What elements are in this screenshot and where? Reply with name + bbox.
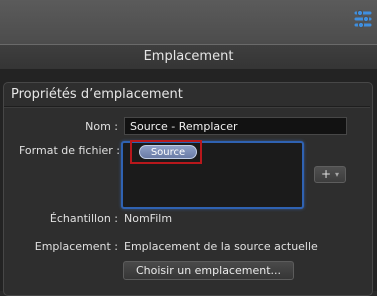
choose-location-button[interactable]: Choisir un emplacement... xyxy=(123,261,294,280)
add-token-button[interactable]: + ▾ xyxy=(314,166,346,183)
name-label: Nom : xyxy=(85,120,118,133)
name-field[interactable] xyxy=(124,117,347,135)
sample-value: NomFilm xyxy=(124,212,173,225)
plus-icon: + xyxy=(321,167,332,181)
section-title: Propriétés d’emplacement xyxy=(11,87,183,102)
location-value: Emplacement de la source actuelle xyxy=(124,240,318,253)
location-label: Emplacement : xyxy=(34,240,118,253)
page-title: Emplacement xyxy=(0,44,377,70)
source-token[interactable]: Source xyxy=(139,145,197,159)
section-divider xyxy=(4,106,370,107)
settings-sliders-icon[interactable] xyxy=(353,8,373,30)
file-format-label: Format de fichier : xyxy=(19,144,121,157)
chevron-down-icon: ▾ xyxy=(335,170,340,179)
top-toolbar xyxy=(0,0,377,44)
sample-label: Échantillon : xyxy=(49,212,118,225)
